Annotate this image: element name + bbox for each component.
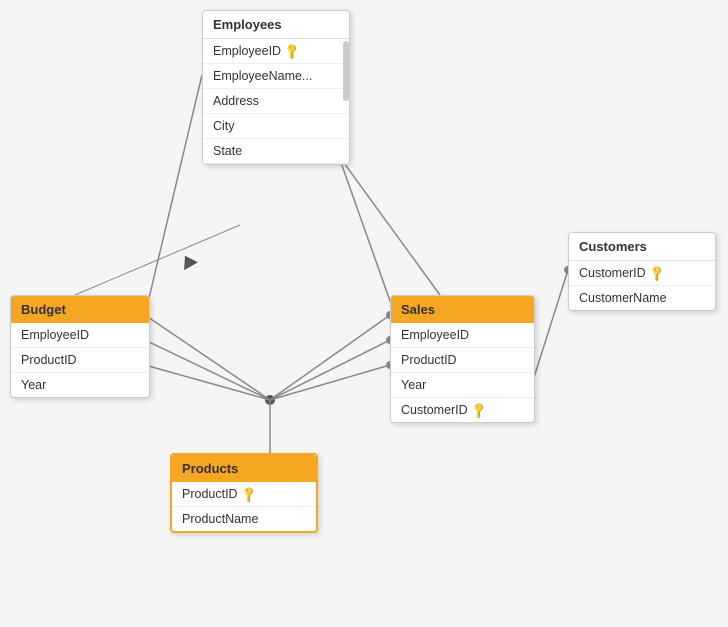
budget-row-2: ProductID [11, 348, 149, 373]
budget-field-1: EmployeeID [21, 328, 89, 342]
customers-table-header: Customers [569, 233, 715, 261]
mouse-cursor [178, 252, 198, 270]
key-icon-2: 🔑 [469, 401, 488, 420]
key-icon-3: 🔑 [647, 264, 666, 283]
sales-table[interactable]: Sales EmployeeID ProductID Year Customer… [390, 295, 535, 423]
scrollbar[interactable] [343, 41, 349, 101]
employees-field-1: EmployeeID [213, 44, 281, 58]
key-icon-4: 🔑 [239, 485, 258, 504]
employees-field-4: City [213, 119, 235, 133]
budget-row-3: Year [11, 373, 149, 397]
budget-row-1: EmployeeID [11, 323, 149, 348]
key-icon-1: 🔑 [283, 42, 302, 61]
sales-row-4: CustomerID 🔑 [391, 398, 534, 422]
customers-row-1: CustomerID 🔑 [569, 261, 715, 286]
sales-row-3: Year [391, 373, 534, 398]
budget-table[interactable]: Budget EmployeeID ProductID Year [10, 295, 150, 398]
products-table[interactable]: Products ProductID 🔑 ProductName [170, 453, 318, 533]
employees-table[interactable]: Employees EmployeeID 🔑 EmployeeName... A… [202, 10, 350, 165]
employees-row-3: Address [203, 89, 349, 114]
sales-row-1: EmployeeID [391, 323, 534, 348]
budget-field-2: ProductID [21, 353, 77, 367]
customers-field-2: CustomerName [579, 291, 667, 305]
sales-field-1: EmployeeID [401, 328, 469, 342]
employees-row-5: State [203, 139, 349, 164]
products-table-header: Products [172, 455, 316, 482]
employees-row-2: EmployeeName... [203, 64, 349, 89]
products-row-2: ProductName [172, 507, 316, 531]
budget-field-3: Year [21, 378, 46, 392]
customers-table[interactable]: Customers CustomerID 🔑 CustomerName [568, 232, 716, 311]
diagram-canvas[interactable]: Employees EmployeeID 🔑 EmployeeName... A… [0, 0, 728, 627]
sales-field-3: Year [401, 378, 426, 392]
employees-field-2: EmployeeName... [213, 69, 312, 83]
employees-row-4: City [203, 114, 349, 139]
budget-table-header: Budget [11, 296, 149, 323]
customers-row-2: CustomerName [569, 286, 715, 310]
employees-field-5: State [213, 144, 242, 158]
employees-row-1: EmployeeID 🔑 [203, 39, 349, 64]
sales-table-header: Sales [391, 296, 534, 323]
sales-field-2: ProductID [401, 353, 457, 367]
sales-field-4: CustomerID [401, 403, 468, 417]
products-row-1: ProductID 🔑 [172, 482, 316, 507]
employees-field-3: Address [213, 94, 259, 108]
sales-row-2: ProductID [391, 348, 534, 373]
products-field-2: ProductName [182, 512, 258, 526]
employees-table-header: Employees [203, 11, 349, 39]
customers-field-1: CustomerID [579, 266, 646, 280]
products-field-1: ProductID [182, 487, 238, 501]
